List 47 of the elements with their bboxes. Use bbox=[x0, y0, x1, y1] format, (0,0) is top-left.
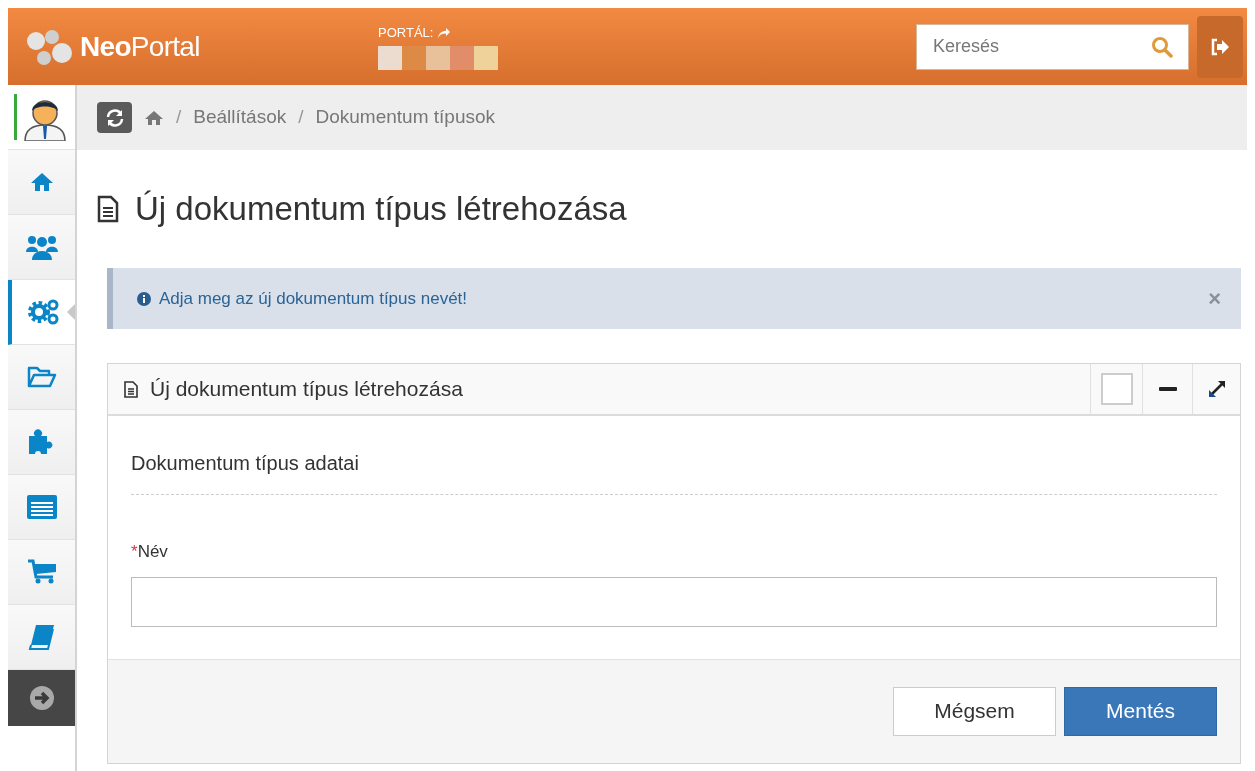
sidebar-item[interactable] bbox=[8, 540, 75, 605]
arrow-right-icon bbox=[28, 685, 55, 711]
sidebar-item[interactable] bbox=[8, 150, 75, 215]
refresh-button[interactable] bbox=[97, 102, 132, 133]
minus-icon bbox=[1158, 387, 1177, 391]
search-icon bbox=[1151, 35, 1173, 58]
breadcrumb-separator: / bbox=[176, 105, 182, 130]
sidebar-toggle-button[interactable] bbox=[8, 670, 75, 726]
info-icon bbox=[137, 291, 151, 306]
breadcrumb-link[interactable]: Beállítások bbox=[193, 103, 287, 132]
cart-icon bbox=[26, 559, 57, 585]
square-icon bbox=[1100, 373, 1133, 405]
breadcrumb-link[interactable]: Dokumentum típusok bbox=[315, 103, 496, 132]
logo-text: NeoPortal bbox=[80, 29, 200, 64]
search-field[interactable]: Keresés bbox=[916, 23, 1189, 70]
field-label: Név bbox=[137, 541, 168, 563]
sidebar-item[interactable] bbox=[8, 280, 75, 345]
refresh-icon bbox=[104, 107, 125, 128]
cancel-button[interactable]: Mégsem bbox=[893, 686, 1056, 736]
panel-title: Új dokumentum típus létrehozása bbox=[150, 376, 463, 403]
home-icon[interactable] bbox=[144, 109, 164, 126]
sidebar-item[interactable] bbox=[8, 410, 75, 475]
logout-button[interactable] bbox=[1197, 15, 1243, 78]
home-icon bbox=[29, 172, 54, 192]
list-icon bbox=[25, 494, 58, 520]
document-icon bbox=[124, 380, 138, 398]
sidebar-item[interactable] bbox=[8, 215, 75, 280]
logout-icon bbox=[1210, 37, 1230, 56]
expand-icon bbox=[1207, 380, 1226, 398]
share-arrow-icon[interactable] bbox=[437, 26, 452, 39]
breadcrumb-separator: / bbox=[298, 105, 304, 130]
section-title: Dokumentum típus adatai bbox=[131, 448, 1217, 495]
close-button[interactable]: × bbox=[1208, 282, 1221, 315]
portal-label: PORTÁL: bbox=[378, 23, 434, 42]
users-icon bbox=[25, 234, 58, 260]
book-icon bbox=[27, 623, 56, 651]
folder-icon bbox=[26, 365, 57, 389]
save-button[interactable]: Mentés bbox=[1064, 686, 1217, 736]
sidebar-item[interactable] bbox=[8, 345, 75, 410]
input-field[interactable] bbox=[131, 576, 1217, 627]
required-mark: * bbox=[131, 541, 138, 563]
gears-icon bbox=[27, 298, 60, 326]
alert-message: Adja meg az új dokumentum típus nevét! bbox=[159, 287, 468, 310]
document-icon bbox=[97, 195, 119, 223]
sidebar-item[interactable] bbox=[8, 605, 75, 670]
page-title: Új dokumentum típus létrehozása bbox=[135, 189, 627, 230]
sidebar-item[interactable] bbox=[8, 475, 75, 540]
